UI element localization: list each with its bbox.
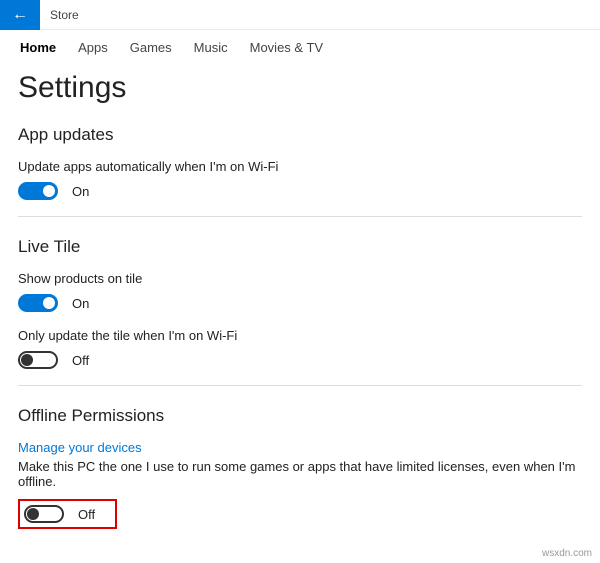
toggle-state-offline-pc: Off xyxy=(78,507,95,522)
toggle-state-auto-update: On xyxy=(72,184,89,199)
watermark: wsxdn.com xyxy=(542,548,592,559)
highlight-offline-toggle: Off xyxy=(18,499,117,529)
tab-bar: Home Apps Games Music Movies & TV xyxy=(0,30,600,67)
divider xyxy=(18,216,582,217)
label-update-tile-wifi: Only update the tile when I'm on Wi-Fi xyxy=(18,328,582,343)
label-show-products: Show products on tile xyxy=(18,271,582,286)
link-manage-devices[interactable]: Manage your devices xyxy=(18,440,142,455)
toggle-state-show-products: On xyxy=(72,296,89,311)
arrow-left-icon: ← xyxy=(12,6,28,24)
app-title: Store xyxy=(50,8,79,22)
section-header-offline: Offline Permissions xyxy=(18,406,582,426)
section-header-app-updates: App updates xyxy=(18,125,582,145)
tab-home[interactable]: Home xyxy=(20,40,56,55)
content-area: Settings App updates Update apps automat… xyxy=(0,71,600,529)
toggle-auto-update[interactable] xyxy=(18,182,58,200)
titlebar: ← Store xyxy=(0,0,600,30)
label-auto-update: Update apps automatically when I'm on Wi… xyxy=(18,159,582,174)
section-header-live-tile: Live Tile xyxy=(18,237,582,257)
toggle-offline-pc[interactable] xyxy=(24,505,64,523)
divider xyxy=(18,385,582,386)
toggle-show-products[interactable] xyxy=(18,294,58,312)
label-offline-desc: Make this PC the one I use to run some g… xyxy=(18,459,582,489)
page-title: Settings xyxy=(18,71,582,105)
toggle-update-tile-wifi[interactable] xyxy=(18,351,58,369)
toggle-row-update-tile-wifi: Off xyxy=(18,351,582,369)
tab-games[interactable]: Games xyxy=(130,40,172,55)
toggle-row-auto-update: On xyxy=(18,182,582,200)
tab-music[interactable]: Music xyxy=(194,40,228,55)
toggle-state-update-tile-wifi: Off xyxy=(72,353,89,368)
back-button[interactable]: ← xyxy=(0,0,40,30)
tab-apps[interactable]: Apps xyxy=(78,40,108,55)
tab-movies-tv[interactable]: Movies & TV xyxy=(250,40,323,55)
toggle-row-show-products: On xyxy=(18,294,582,312)
